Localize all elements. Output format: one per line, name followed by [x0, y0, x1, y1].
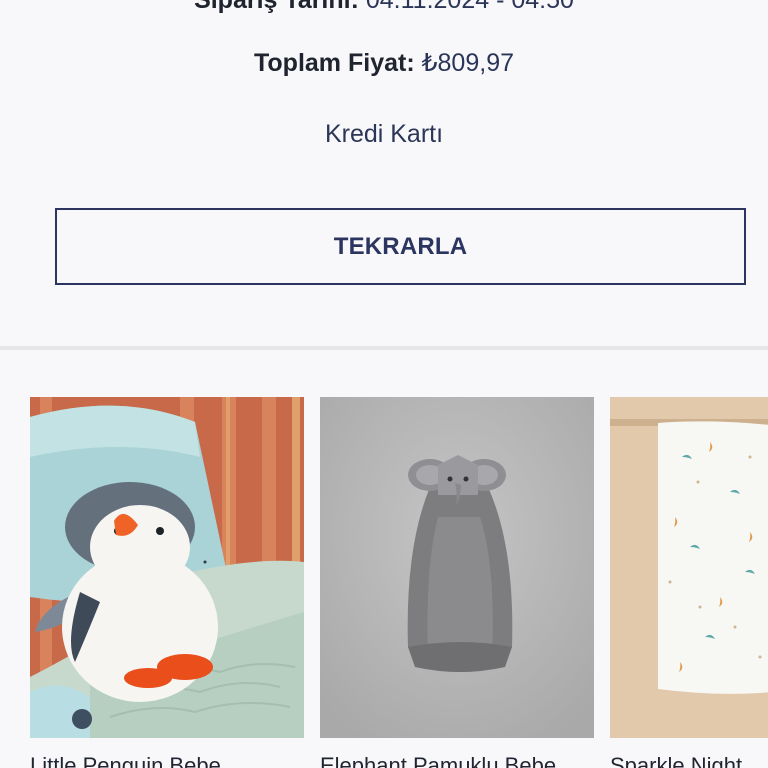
product-name[interactable]: Little Penguin Bebe: [30, 753, 330, 768]
order-total-value: ₺809,97: [421, 49, 514, 77]
product-card[interactable]: Elephant Pamuklu Bebe: [320, 397, 594, 768]
repeat-order-button[interactable]: TEKRARLA: [55, 208, 746, 285]
order-summary: Sipariş Tarihi: 04.11.2024 - 04:50 Topla…: [0, 0, 768, 346]
elephant-hooded-towel-photo[interactable]: [320, 397, 594, 738]
product-name[interactable]: Elephant Pamuklu Bebe: [320, 753, 620, 768]
order-total-row: Toplam Fiyat: ₺809,97: [0, 48, 768, 78]
order-date-label: Sipariş Tarihi:: [194, 0, 359, 14]
product-card[interactable]: Little Penguin Bebe: [30, 397, 304, 768]
order-date-row: Sipariş Tarihi: 04.11.2024 - 04:50: [0, 0, 768, 15]
product-name[interactable]: Sparkle Night: [610, 753, 768, 768]
order-date-value: 04.11.2024 - 04:50: [365, 0, 574, 14]
order-total-label: Toplam Fiyat:: [254, 49, 415, 77]
order-detail-page: Sipariş Tarihi: 04.11.2024 - 04:50 Topla…: [0, 0, 768, 768]
product-card[interactable]: Sparkle Night: [610, 397, 768, 768]
moon-stars-muslin-photo[interactable]: [610, 397, 768, 738]
payment-method: Kredi Kartı: [324, 120, 444, 148]
product-carousel[interactable]: Little Penguin Bebe Elephant Pamuklu Beb…: [0, 350, 768, 768]
penguin-plush-photo[interactable]: [30, 397, 304, 738]
